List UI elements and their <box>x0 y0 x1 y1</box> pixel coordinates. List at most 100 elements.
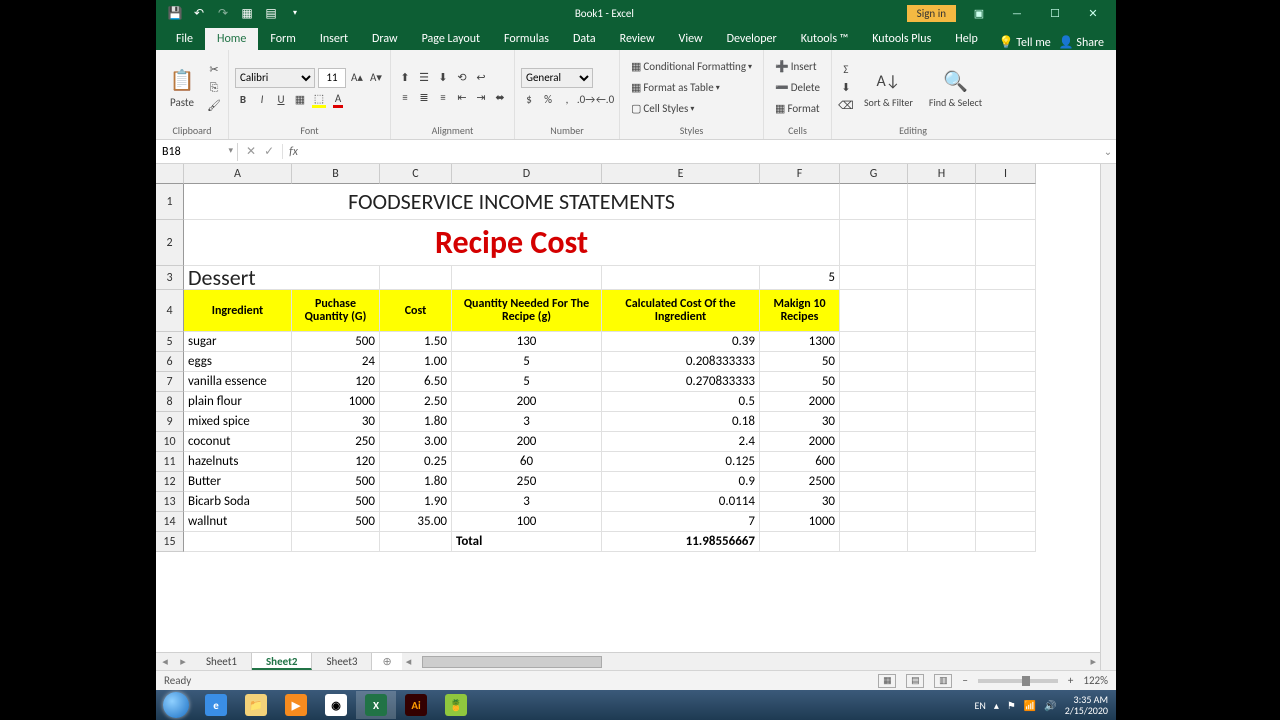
cell-E10[interactable]: 2.4 <box>602 432 760 452</box>
row-header-5[interactable]: 5 <box>156 332 184 352</box>
save-icon[interactable]: 💾 <box>168 6 182 20</box>
tab-kutools-™[interactable]: Kutools ™ <box>789 28 861 50</box>
cell-styles-button[interactable]: ▢Cell Styles▾ <box>626 99 757 118</box>
horizontal-scrollbar[interactable]: ◂ ▸ <box>402 653 1100 670</box>
cell-E4[interactable]: Calculated Cost Of the Ingredient <box>602 290 760 332</box>
cell-E5[interactable]: 0.39 <box>602 332 760 352</box>
signin-button[interactable]: Sign in <box>907 5 956 22</box>
cell-A2[interactable]: Recipe Cost <box>184 220 840 266</box>
row-header-12[interactable]: 12 <box>156 472 184 492</box>
increase-font-icon[interactable]: A▴ <box>349 70 365 86</box>
cell-A1[interactable]: FOODSERVICE INCOME STATEMENTS <box>184 184 840 220</box>
cell-C11[interactable]: 0.25 <box>380 452 452 472</box>
tab-page-layout[interactable]: Page Layout <box>410 28 492 50</box>
insert-cells-button[interactable]: ➕Insert <box>770 57 825 76</box>
cell-E7[interactable]: 0.270833333 <box>602 372 760 392</box>
cell-C5[interactable]: 1.50 <box>380 332 452 352</box>
start-button[interactable] <box>156 690 196 720</box>
align-bottom-icon[interactable]: ⬇ <box>435 70 451 86</box>
row-header-3[interactable]: 3 <box>156 266 184 290</box>
zoom-slider[interactable] <box>978 679 1058 683</box>
format-cells-button[interactable]: ▦Format <box>770 99 825 118</box>
tab-draw[interactable]: Draw <box>360 28 410 50</box>
add-sheet-button[interactable]: ⊕ <box>372 653 401 670</box>
cell-B10[interactable]: 250 <box>292 432 380 452</box>
cell-F5[interactable]: 1300 <box>760 332 840 352</box>
fill-icon[interactable]: ⬇ <box>838 80 854 96</box>
increase-decimal-icon[interactable]: .0→ <box>578 92 594 108</box>
cell-B9[interactable]: 30 <box>292 412 380 432</box>
cell-A8[interactable]: plain flour <box>184 392 292 412</box>
increase-indent-icon[interactable]: ⇥ <box>473 90 489 106</box>
tab-kutools-plus[interactable]: Kutools Plus <box>860 28 943 50</box>
cell-A6[interactable]: eggs <box>184 352 292 372</box>
tab-file[interactable]: File <box>164 28 205 50</box>
cell-F4[interactable]: Makign 10 Recipes <box>760 290 840 332</box>
cell-B11[interactable]: 120 <box>292 452 380 472</box>
row-header-9[interactable]: 9 <box>156 412 184 432</box>
row-header-14[interactable]: 14 <box>156 512 184 532</box>
cell-D4[interactable]: Quantity Needed For The Recipe (g) <box>452 290 602 332</box>
merge-icon[interactable]: ⬌ <box>492 90 508 106</box>
cell-A4[interactable]: Ingredient <box>184 290 292 332</box>
taskbar-illustrator-icon[interactable]: Ai <box>396 691 436 719</box>
tab-data[interactable]: Data <box>561 28 608 50</box>
taskbar-chrome-icon[interactable]: ◉ <box>316 691 356 719</box>
font-size-input[interactable] <box>318 68 346 88</box>
cell-F11[interactable]: 600 <box>760 452 840 472</box>
tray-clock[interactable]: 3:35 AM2/15/2020 <box>1065 694 1108 716</box>
underline-button[interactable]: U <box>273 92 289 108</box>
normal-view-icon[interactable]: ▦ <box>878 674 896 688</box>
wrap-text-icon[interactable]: ↩ <box>473 70 489 86</box>
tab-view[interactable]: View <box>667 28 715 50</box>
taskbar-explorer-icon[interactable]: 📁 <box>236 691 276 719</box>
tray-network-icon[interactable]: 📶 <box>1024 699 1036 712</box>
select-all-corner[interactable] <box>156 164 184 184</box>
column-header-E[interactable]: E <box>602 164 760 184</box>
cell-D11[interactable]: 60 <box>452 452 602 472</box>
bold-button[interactable]: B <box>235 92 251 108</box>
currency-icon[interactable]: $ <box>521 92 537 108</box>
cell-A5[interactable]: sugar <box>184 332 292 352</box>
cell-F6[interactable]: 50 <box>760 352 840 372</box>
cell-A12[interactable]: Butter <box>184 472 292 492</box>
vertical-scrollbar[interactable] <box>1100 164 1116 670</box>
sheet-tab-sheet1[interactable]: Sheet1 <box>192 653 252 670</box>
delete-cells-button[interactable]: ➖Delete <box>770 78 825 97</box>
row-header-2[interactable]: 2 <box>156 220 184 266</box>
column-header-C[interactable]: C <box>380 164 452 184</box>
align-right-icon[interactable]: ≡ <box>435 90 451 106</box>
cell-C9[interactable]: 1.80 <box>380 412 452 432</box>
cell-F14[interactable]: 1000 <box>760 512 840 532</box>
qat-icon-2[interactable]: ▤ <box>264 6 278 20</box>
row-header-13[interactable]: 13 <box>156 492 184 512</box>
font-color-icon[interactable]: A <box>330 92 346 108</box>
cell-D10[interactable]: 200 <box>452 432 602 452</box>
cell-B12[interactable]: 500 <box>292 472 380 492</box>
zoom-out-icon[interactable]: − <box>962 674 967 687</box>
clear-icon[interactable]: ⌫ <box>838 98 854 114</box>
qat-icon-1[interactable]: ▦ <box>240 6 254 20</box>
italic-button[interactable]: I <box>254 92 270 108</box>
fx-icon[interactable]: fx <box>283 145 304 159</box>
qat-more-icon[interactable]: ▾ <box>288 6 302 20</box>
cell-A9[interactable]: mixed spice <box>184 412 292 432</box>
cell-E15[interactable]: 11.98556667 <box>602 532 760 552</box>
align-left-icon[interactable]: ≡ <box>397 90 413 106</box>
row-header-7[interactable]: 7 <box>156 372 184 392</box>
page-break-view-icon[interactable]: ▥ <box>934 674 952 688</box>
tray-lang[interactable]: EN <box>975 699 986 712</box>
cell-B13[interactable]: 500 <box>292 492 380 512</box>
cancel-formula-icon[interactable]: ✕ <box>246 144 256 159</box>
cell-E8[interactable]: 0.5 <box>602 392 760 412</box>
cell-A10[interactable]: coconut <box>184 432 292 452</box>
align-middle-icon[interactable]: ☰ <box>416 70 432 86</box>
cell-F8[interactable]: 2000 <box>760 392 840 412</box>
column-header-B[interactable]: B <box>292 164 380 184</box>
tab-home[interactable]: Home <box>205 28 258 50</box>
tell-me-button[interactable]: 💡 Tell me <box>999 35 1051 50</box>
row-header-15[interactable]: 15 <box>156 532 184 552</box>
cell-F10[interactable]: 2000 <box>760 432 840 452</box>
cells-area[interactable]: FOODSERVICE INCOME STATEMENTSRecipe Cost… <box>184 184 1100 652</box>
cell-E9[interactable]: 0.18 <box>602 412 760 432</box>
